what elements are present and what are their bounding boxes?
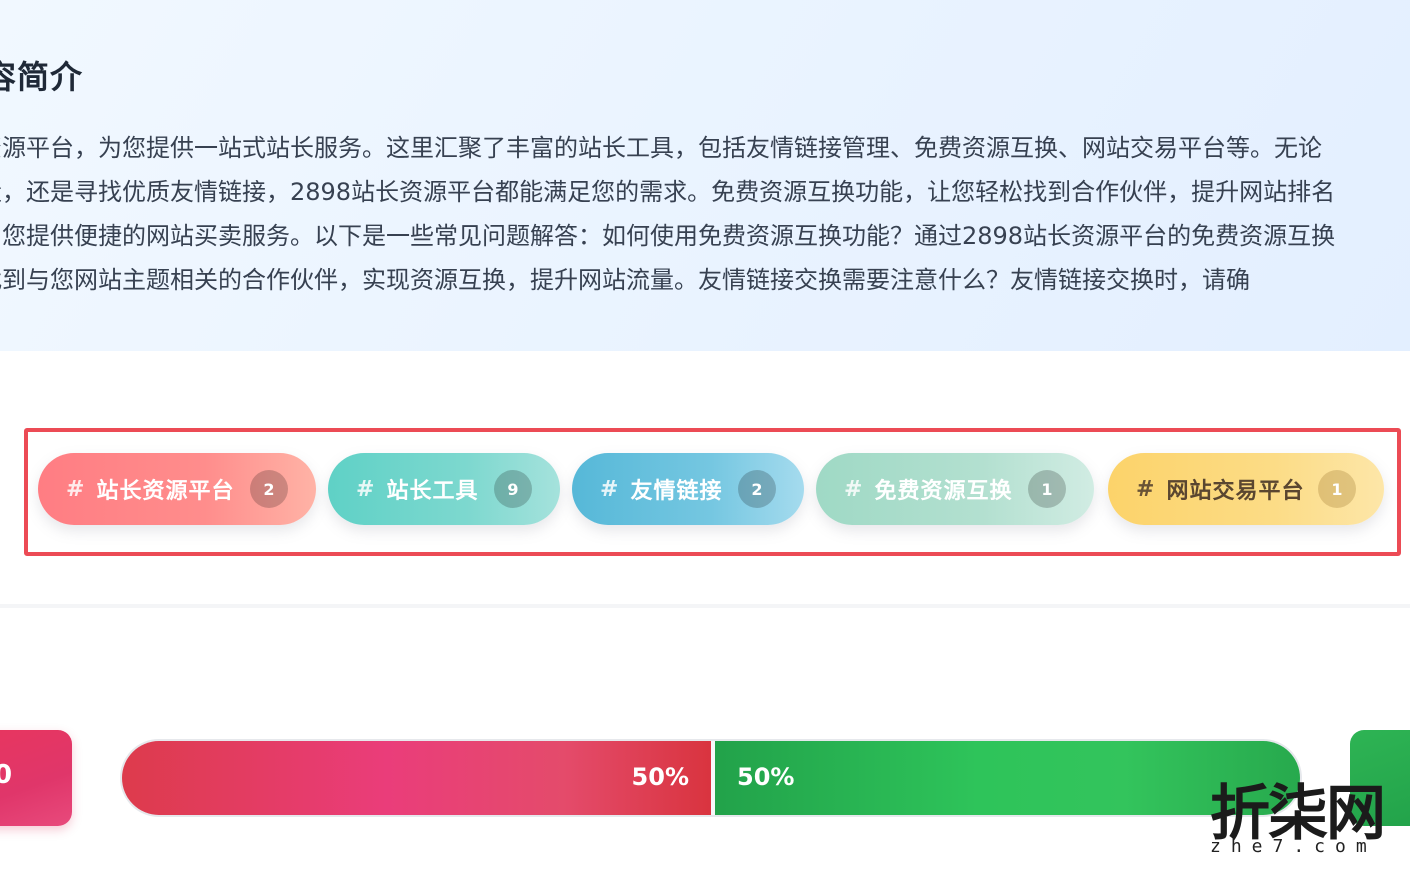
tag-count-badge: 9 bbox=[494, 470, 532, 508]
hash-icon: # bbox=[844, 476, 863, 502]
tag-label: 免费资源互换 bbox=[874, 479, 1013, 504]
hash-icon: # bbox=[600, 476, 619, 502]
section-divider bbox=[0, 604, 1410, 608]
tag-count-badge: 2 bbox=[250, 470, 288, 508]
vote-left-button[interactable]: 0 bbox=[0, 730, 72, 826]
tag-label: 站长资源平台 bbox=[96, 479, 235, 504]
hash-icon: # bbox=[1136, 476, 1155, 502]
intro-title: 容简介 bbox=[0, 58, 84, 96]
vote-progress-bar: 50% 50% bbox=[120, 739, 1302, 817]
vote-right-percent: 50% bbox=[737, 763, 795, 791]
vote-left-percent: 50% bbox=[631, 763, 689, 791]
intro-section: 容简介 资源平台，为您提供一站式站长服务。这里汇聚了丰富的站长工具，包括友情链接… bbox=[0, 0, 1410, 351]
tag-label: 友情链接 bbox=[630, 479, 723, 504]
tag-免费资源互换[interactable]: # 免费资源互换 1 bbox=[816, 453, 1094, 525]
tag-label: 网站交易平台 bbox=[1166, 479, 1305, 504]
tag-count-badge: 1 bbox=[1318, 470, 1356, 508]
tag-网站交易平台[interactable]: # 网站交易平台 1 bbox=[1108, 453, 1384, 525]
vote-left-fill: 50% bbox=[122, 741, 711, 815]
tag-站长资源平台[interactable]: # 站长资源平台 2 bbox=[38, 453, 316, 525]
intro-line: 资源平台，为您提供一站式站长服务。这里汇聚了丰富的站长工具，包括友情链接管理、免… bbox=[0, 134, 1322, 162]
tag-count-badge: 1 bbox=[1028, 470, 1066, 508]
tag-友情链接[interactable]: # 友情链接 2 bbox=[572, 453, 804, 525]
intro-line: 找到与您网站主题相关的合作伙伴，实现资源互换，提升网站流量。友情链接交换需要注意… bbox=[0, 266, 1250, 294]
vote-left-button-text: 0 bbox=[0, 760, 13, 790]
intro-line: 为您提供便捷的网站买卖服务。以下是一些常见问题解答：如何使用免费资源互换功能？通… bbox=[0, 222, 1336, 250]
watermark-domain: zhe7.com bbox=[1210, 836, 1377, 857]
page: 容简介 资源平台，为您提供一站式站长服务。这里汇聚了丰富的站长工具，包括友情链接… bbox=[0, 0, 1410, 870]
tag-count-badge: 2 bbox=[738, 470, 776, 508]
intro-line: 量，还是寻找优质友情链接，2898站长资源平台都能满足您的需求。免费资源互换功能… bbox=[0, 178, 1336, 206]
hash-icon: # bbox=[356, 476, 375, 502]
intro-paragraph: 资源平台，为您提供一站式站长服务。这里汇聚了丰富的站长工具，包括友情链接管理、免… bbox=[0, 126, 1410, 302]
tag-label: 站长工具 bbox=[386, 479, 479, 504]
hash-icon: # bbox=[66, 476, 85, 502]
tag-站长工具[interactable]: # 站长工具 9 bbox=[328, 453, 560, 525]
